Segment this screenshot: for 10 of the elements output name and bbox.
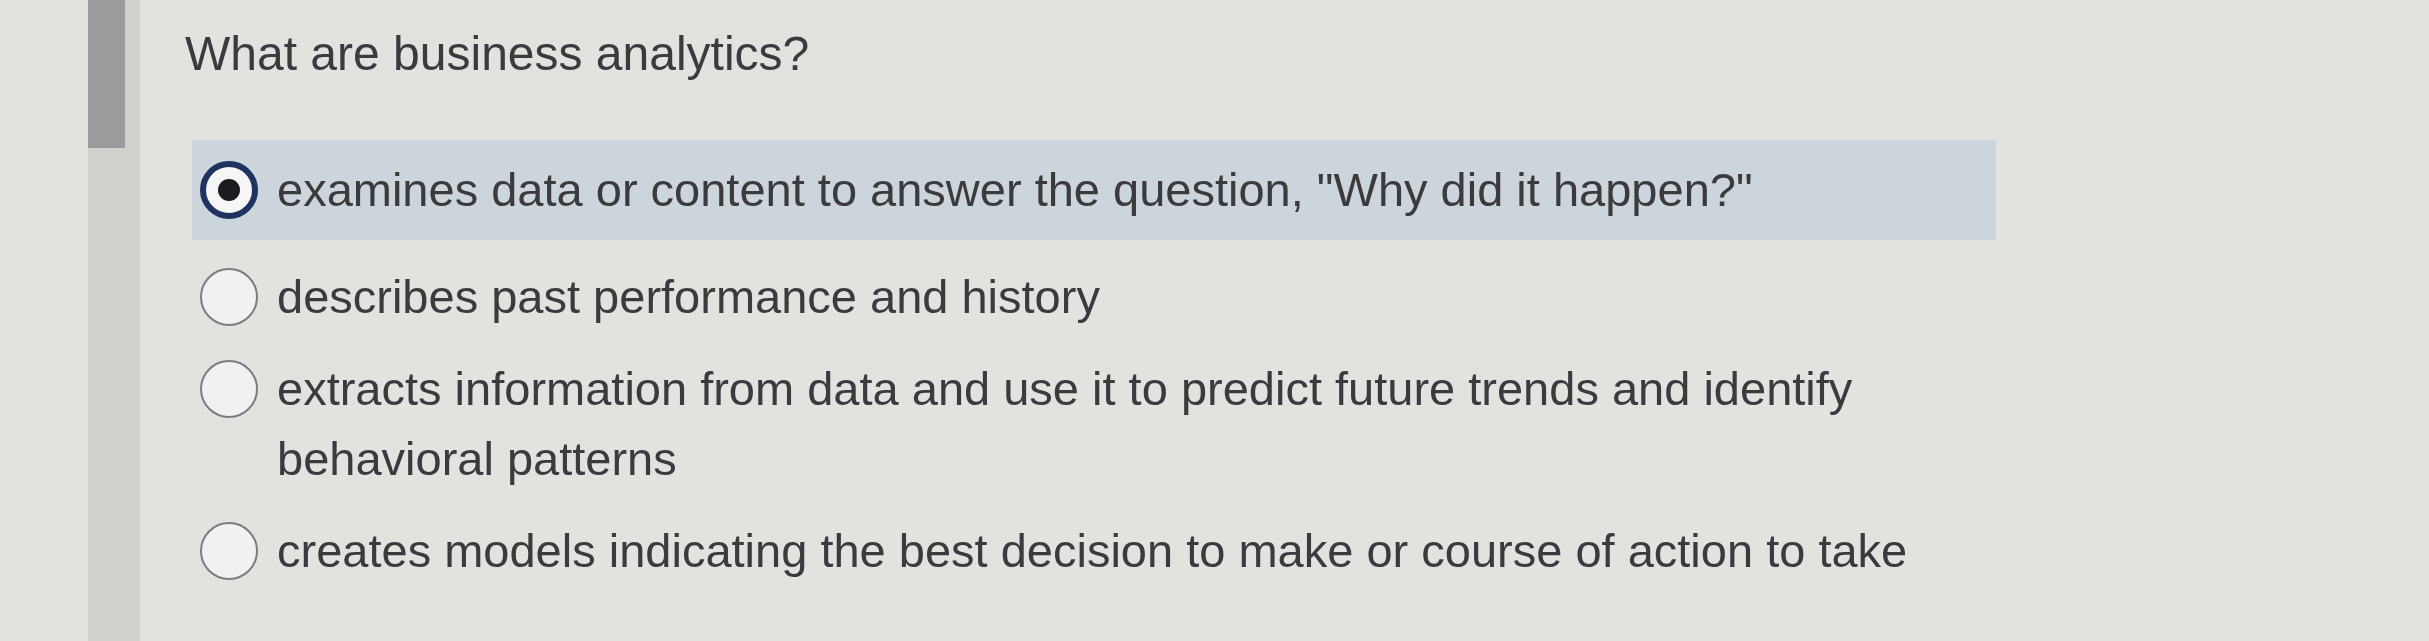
option-text: extracts information from data and use it to predict future trends and identify behavioral patterns bbox=[277, 361, 1854, 487]
question-text: What are business analytics? bbox=[185, 26, 810, 82]
option-text: describes past performance and history bbox=[277, 269, 1100, 325]
radio-button[interactable] bbox=[200, 522, 258, 580]
radio-button[interactable] bbox=[200, 268, 258, 326]
option-text: creates models indicating the best decision to make or course of action to take bbox=[277, 523, 1908, 579]
radio-dot-icon bbox=[218, 179, 240, 201]
radio-button[interactable] bbox=[200, 360, 258, 418]
option-text: examines data or content to answer the question, "Why did it happen?" bbox=[277, 162, 1753, 218]
radio-button[interactable] bbox=[200, 161, 258, 219]
